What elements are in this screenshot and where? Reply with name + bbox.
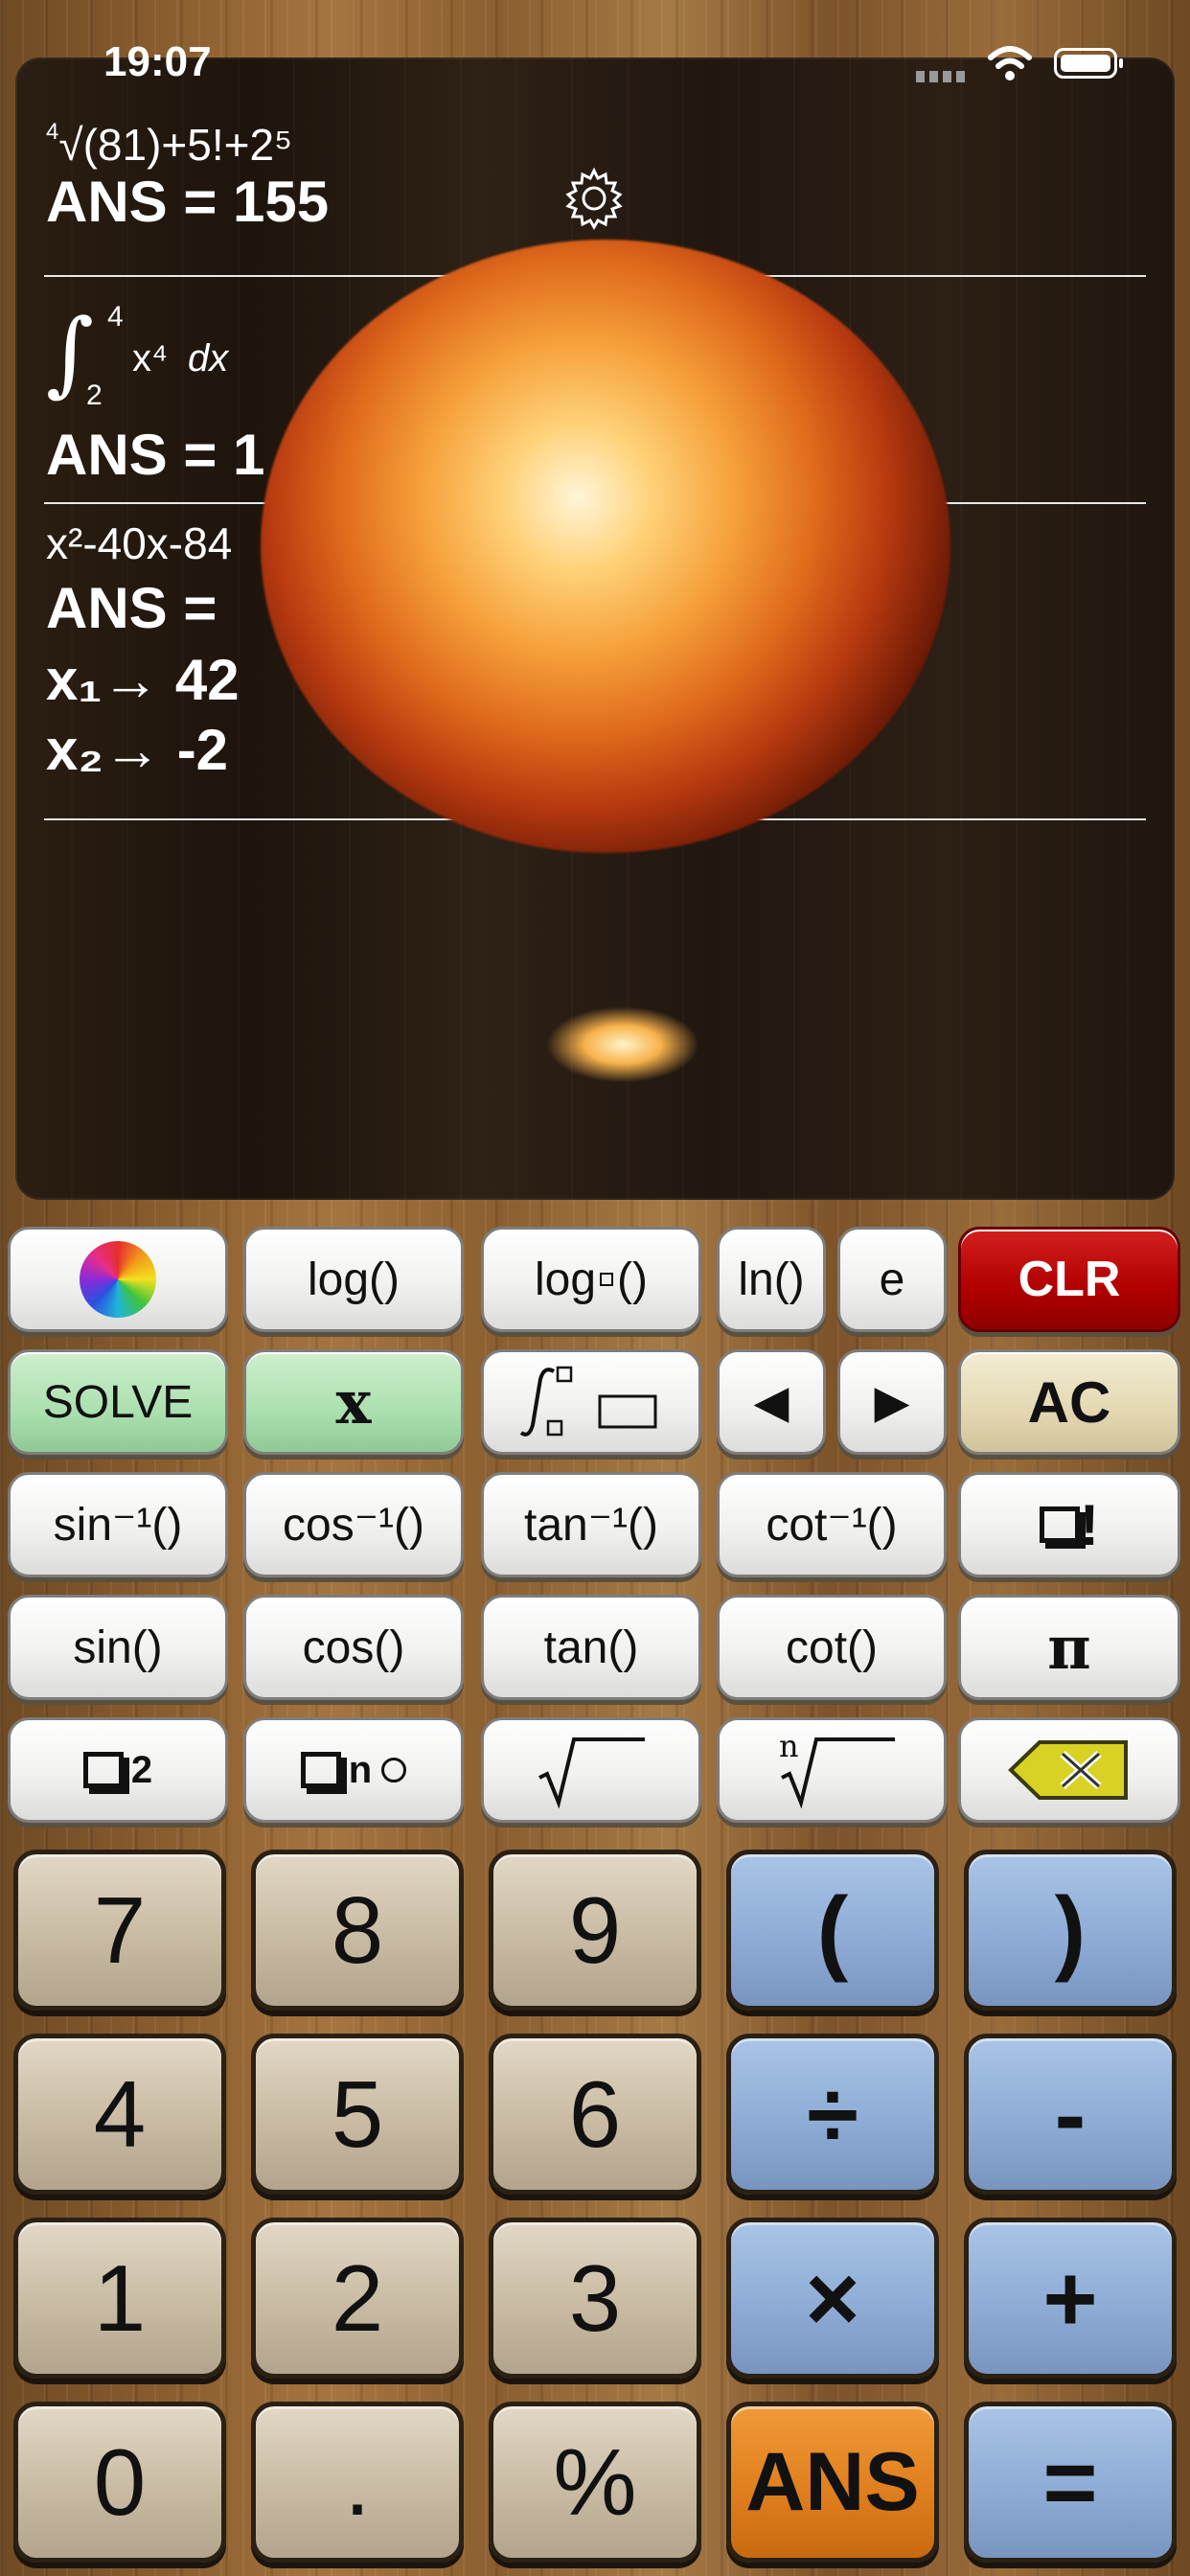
- digit-3-button[interactable]: 3: [489, 2218, 701, 2379]
- percent-button[interactable]: %: [489, 2402, 701, 2563]
- nth-root-button[interactable]: n: [717, 1717, 947, 1823]
- square-button[interactable]: 2: [8, 1717, 228, 1823]
- integrand: x⁴: [132, 337, 169, 380]
- log-button[interactable]: log(): [243, 1227, 464, 1332]
- digit-7-button[interactable]: 7: [13, 1850, 226, 2011]
- history-entry-1[interactable]: 4√(81)+5!+2⁵ ANS = 155: [46, 119, 329, 235]
- integral-upper: 4: [107, 301, 124, 333]
- cot-button[interactable]: cot(): [717, 1595, 947, 1700]
- color-wheel-icon: [80, 1241, 156, 1318]
- digit-1-button[interactable]: 1: [13, 2218, 226, 2379]
- arccot-button[interactable]: cot⁻¹(): [717, 1472, 947, 1577]
- equals-button[interactable]: =: [964, 2402, 1177, 2563]
- ln-button[interactable]: ln(): [717, 1227, 826, 1332]
- digit-0-button[interactable]: 0: [13, 2402, 226, 2563]
- minus-button[interactable]: -: [964, 2034, 1177, 2195]
- cos-button[interactable]: cos(): [243, 1595, 464, 1700]
- integral-expression: ∫ 4 2 x⁴ dx: [46, 299, 333, 422]
- tan-button[interactable]: tan(): [481, 1595, 701, 1700]
- digit-4-button[interactable]: 4: [13, 2034, 226, 2195]
- divide-button[interactable]: ÷: [726, 2034, 939, 2195]
- history-entry-3[interactable]: x²-40x-84 ANS = x₁→ 42 x₂→ -2: [46, 518, 240, 783]
- arccos-button[interactable]: cos⁻¹(): [243, 1472, 464, 1577]
- arctan-button[interactable]: tan⁻¹(): [481, 1472, 701, 1577]
- digit-8-button[interactable]: 8: [251, 1850, 464, 2011]
- clr-button[interactable]: CLR: [958, 1227, 1180, 1332]
- explosion-ember: [546, 1006, 699, 1083]
- decimal-point-button[interactable]: .: [251, 2402, 464, 2563]
- cursor-left-button[interactable]: ◀: [717, 1349, 826, 1455]
- x-variable-button[interactable]: x: [243, 1349, 464, 1455]
- root-index: 4: [46, 119, 59, 145]
- integral-dx: dx: [188, 337, 229, 380]
- integral-icon: [519, 1366, 657, 1437]
- status-time: 19:07: [103, 38, 212, 85]
- explosion-image: [261, 240, 950, 853]
- power-button[interactable]: n: [243, 1717, 464, 1823]
- battery-icon: [1054, 48, 1123, 79]
- power-indicator-icon: [381, 1758, 407, 1782]
- plus-button[interactable]: +: [964, 2218, 1177, 2379]
- status-bar: 19:07: [0, 0, 1190, 125]
- history-answer: ANS =: [46, 576, 217, 640]
- log-base-button[interactable]: log(): [481, 1227, 701, 1332]
- sqrt-icon: [538, 1737, 645, 1808]
- digit-2-button[interactable]: 2: [251, 2218, 464, 2379]
- sqrt-icon: √: [58, 120, 83, 170]
- pi-button[interactable]: π: [958, 1595, 1180, 1700]
- theme-color-button[interactable]: [8, 1227, 228, 1332]
- multiply-button[interactable]: ×: [726, 2218, 939, 2379]
- wifi-icon: [988, 46, 1032, 80]
- solve-button[interactable]: SOLVE: [8, 1349, 228, 1455]
- nth-root-index: n: [779, 1728, 799, 1764]
- cursor-right-button[interactable]: ▶: [837, 1349, 947, 1455]
- history-answer: ANS = 155: [46, 170, 330, 234]
- digit-9-button[interactable]: 9: [489, 1850, 701, 2011]
- open-paren-button[interactable]: (: [726, 1850, 939, 2011]
- history-expression: 4√(81)+5!+2⁵: [46, 119, 293, 170]
- ac-button[interactable]: AC: [958, 1349, 1180, 1455]
- e-button[interactable]: e: [837, 1227, 947, 1332]
- cellular-signal-icon: [916, 71, 970, 82]
- settings-gear-icon[interactable]: [561, 165, 628, 232]
- close-paren-button[interactable]: ): [964, 1850, 1177, 2011]
- integral-lower: 2: [86, 380, 103, 411]
- ans-button[interactable]: ANS: [726, 2402, 939, 2563]
- root-2: x₂→ -2: [46, 718, 229, 782]
- digit-5-button[interactable]: 5: [251, 2034, 464, 2195]
- history-expression: x²-40x-84: [46, 518, 233, 568]
- backspace-icon: [1008, 1740, 1128, 1800]
- root-1: x₁→ 42: [46, 648, 240, 712]
- sin-button[interactable]: sin(): [8, 1595, 228, 1700]
- sqrt-button[interactable]: [481, 1717, 701, 1823]
- integral-button[interactable]: [481, 1349, 701, 1455]
- backspace-button[interactable]: [958, 1717, 1180, 1823]
- factorial-button[interactable]: !: [958, 1472, 1180, 1577]
- arcsin-button[interactable]: sin⁻¹(): [8, 1472, 228, 1577]
- digit-6-button[interactable]: 6: [489, 2034, 701, 2195]
